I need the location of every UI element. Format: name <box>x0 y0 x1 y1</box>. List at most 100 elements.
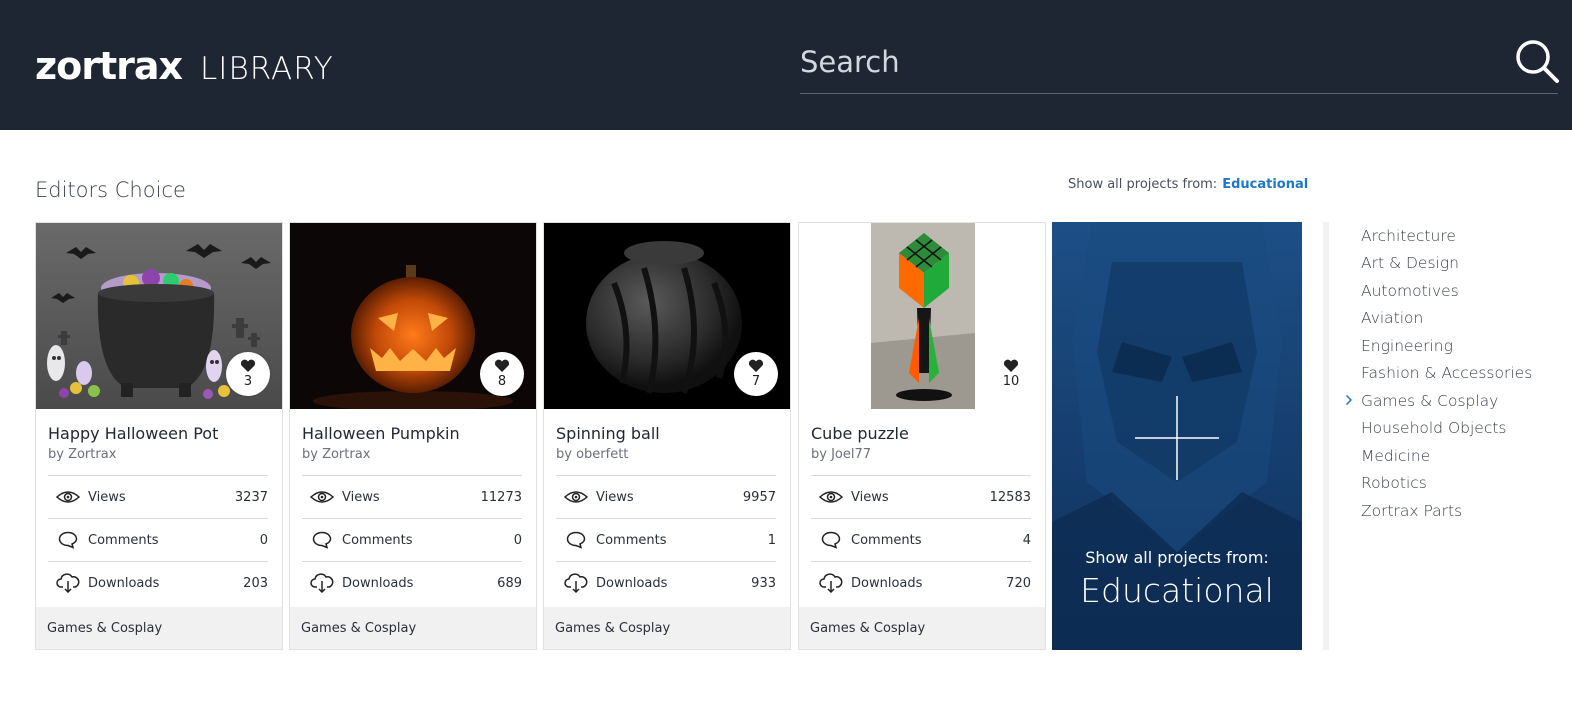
views-label: Views <box>851 489 889 505</box>
project-title[interactable]: Spinning ball <box>556 424 660 443</box>
like-badge[interactable]: 7 <box>734 352 778 396</box>
comment-icon <box>312 531 332 549</box>
category-item-automotives[interactable]: Automotives <box>1361 277 1532 305</box>
views-value: 3237 <box>234 489 268 505</box>
category-item-medicine[interactable]: Medicine <box>1361 442 1532 470</box>
show-all-educational-link[interactable]: Educational <box>1222 177 1308 192</box>
project-card[interactable]: 7 Spinning ball by oberfett Views 9957 C… <box>543 222 791 650</box>
like-count: 7 <box>751 374 761 389</box>
views-value: 12583 <box>989 489 1031 505</box>
like-badge[interactable]: 10 <box>989 352 1033 396</box>
heart-icon <box>240 359 256 372</box>
chevron-right-icon <box>1345 394 1353 406</box>
project-card[interactable]: 10 Cube puzzle by Joel77 Views 12583 Com… <box>798 222 1046 650</box>
stat-downloads: Downloads 720 <box>811 561 1031 604</box>
project-author[interactable]: by Zortrax <box>302 447 370 462</box>
category-item-engineering[interactable]: Engineering <box>1361 332 1532 360</box>
search-input[interactable] <box>800 40 1500 84</box>
like-badge[interactable]: 3 <box>226 352 270 396</box>
eye-icon <box>819 491 843 503</box>
comments-value: 0 <box>259 532 268 548</box>
download-cloud-icon <box>56 573 80 593</box>
stat-downloads: Downloads 689 <box>302 561 522 604</box>
downloads-value: 203 <box>243 575 268 591</box>
stat-comments: Comments 0 <box>48 518 268 561</box>
project-category-link[interactable]: Games & Cosplay <box>290 607 536 649</box>
downloads-value: 720 <box>1006 575 1031 591</box>
downloads-label: Downloads <box>342 575 414 591</box>
comments-value: 4 <box>1022 532 1031 548</box>
section-title: Editors Choice <box>35 178 186 202</box>
views-label: Views <box>342 489 380 505</box>
logo-library-text: LIBRARY <box>200 51 334 87</box>
eye-icon <box>56 491 80 503</box>
downloads-label: Downloads <box>596 575 668 591</box>
eye-icon <box>310 491 334 503</box>
comment-icon <box>566 531 586 549</box>
category-list: Architecture Art & Design Automotives Av… <box>1345 222 1532 525</box>
comments-value: 0 <box>513 532 522 548</box>
downloads-value: 933 <box>751 575 776 591</box>
top-header: zortrax LIBRARY <box>0 0 1572 130</box>
category-item-architecture[interactable]: Architecture <box>1361 222 1532 250</box>
project-author[interactable]: by oberfett <box>556 447 628 462</box>
category-item-household-objects[interactable]: Household Objects <box>1361 415 1532 443</box>
views-value: 9957 <box>742 489 776 505</box>
stat-comments: Comments 0 <box>302 518 522 561</box>
download-cloud-icon <box>564 573 588 593</box>
stat-comments: Comments 1 <box>556 518 776 561</box>
eye-icon <box>564 491 588 503</box>
search-button[interactable] <box>1512 36 1562 86</box>
category-item-games-cosplay[interactable]: Games & Cosplay <box>1345 387 1532 415</box>
stat-views: Views 12583 <box>811 475 1031 518</box>
stat-views: Views 11273 <box>302 475 522 518</box>
project-category-link[interactable]: Games & Cosplay <box>36 607 282 649</box>
category-item-aviation[interactable]: Aviation <box>1361 305 1532 333</box>
project-category-link[interactable]: Games & Cosplay <box>799 607 1045 649</box>
promo-category-name: Educational <box>1080 571 1274 610</box>
project-title[interactable]: Happy Halloween Pot <box>48 424 218 443</box>
comments-value: 1 <box>767 532 776 548</box>
sidebar-divider <box>1323 222 1329 650</box>
comment-icon <box>821 531 841 549</box>
project-title[interactable]: Cube puzzle <box>811 424 909 443</box>
stat-downloads: Downloads 933 <box>556 561 776 604</box>
downloads-label: Downloads <box>88 575 160 591</box>
plus-icon <box>1135 396 1219 480</box>
like-badge[interactable]: 8 <box>480 352 524 396</box>
stat-views: Views 9957 <box>556 475 776 518</box>
project-title[interactable]: Halloween Pumpkin <box>302 424 460 443</box>
project-author[interactable]: by Zortrax <box>48 447 116 462</box>
download-cloud-icon <box>819 573 843 593</box>
logo-brand: zortrax <box>35 44 183 88</box>
search-underline <box>800 93 1558 94</box>
project-author[interactable]: by Joel77 <box>811 447 871 462</box>
logo[interactable]: zortrax LIBRARY <box>35 44 334 88</box>
download-cloud-icon <box>310 573 334 593</box>
comments-label: Comments <box>342 532 413 548</box>
show-all-prefix: Show all projects from: <box>1068 177 1218 192</box>
heart-icon <box>1003 359 1019 372</box>
category-item-robotics[interactable]: Robotics <box>1361 470 1532 498</box>
comments-label: Comments <box>88 532 159 548</box>
category-item-label: Games & Cosplay <box>1361 391 1499 410</box>
category-item-zortrax-parts[interactable]: Zortrax Parts <box>1361 497 1532 525</box>
like-count: 10 <box>1002 374 1020 389</box>
stat-downloads: Downloads 203 <box>48 561 268 604</box>
views-value: 11273 <box>480 489 522 505</box>
heart-icon <box>748 359 764 372</box>
views-label: Views <box>88 489 126 505</box>
project-card[interactable]: 8 Halloween Pumpkin by Zortrax Views 112… <box>289 222 537 650</box>
like-count: 3 <box>243 374 253 389</box>
project-card[interactable]: 3 Happy Halloween Pot by Zortrax Views 3… <box>35 222 283 650</box>
category-item-art-design[interactable]: Art & Design <box>1361 250 1532 278</box>
downloads-label: Downloads <box>851 575 923 591</box>
category-item-fashion-accessories[interactable]: Fashion & Accessories <box>1361 360 1532 388</box>
educational-promo-tile[interactable]: Show all projects from: Educational <box>1052 222 1302 650</box>
like-count: 8 <box>497 374 507 389</box>
comment-icon <box>58 531 78 549</box>
show-all-projects-link-row: Show all projects from: Educational <box>1068 177 1308 192</box>
comments-label: Comments <box>851 532 922 548</box>
project-category-link[interactable]: Games & Cosplay <box>544 607 790 649</box>
stat-comments: Comments 4 <box>811 518 1031 561</box>
